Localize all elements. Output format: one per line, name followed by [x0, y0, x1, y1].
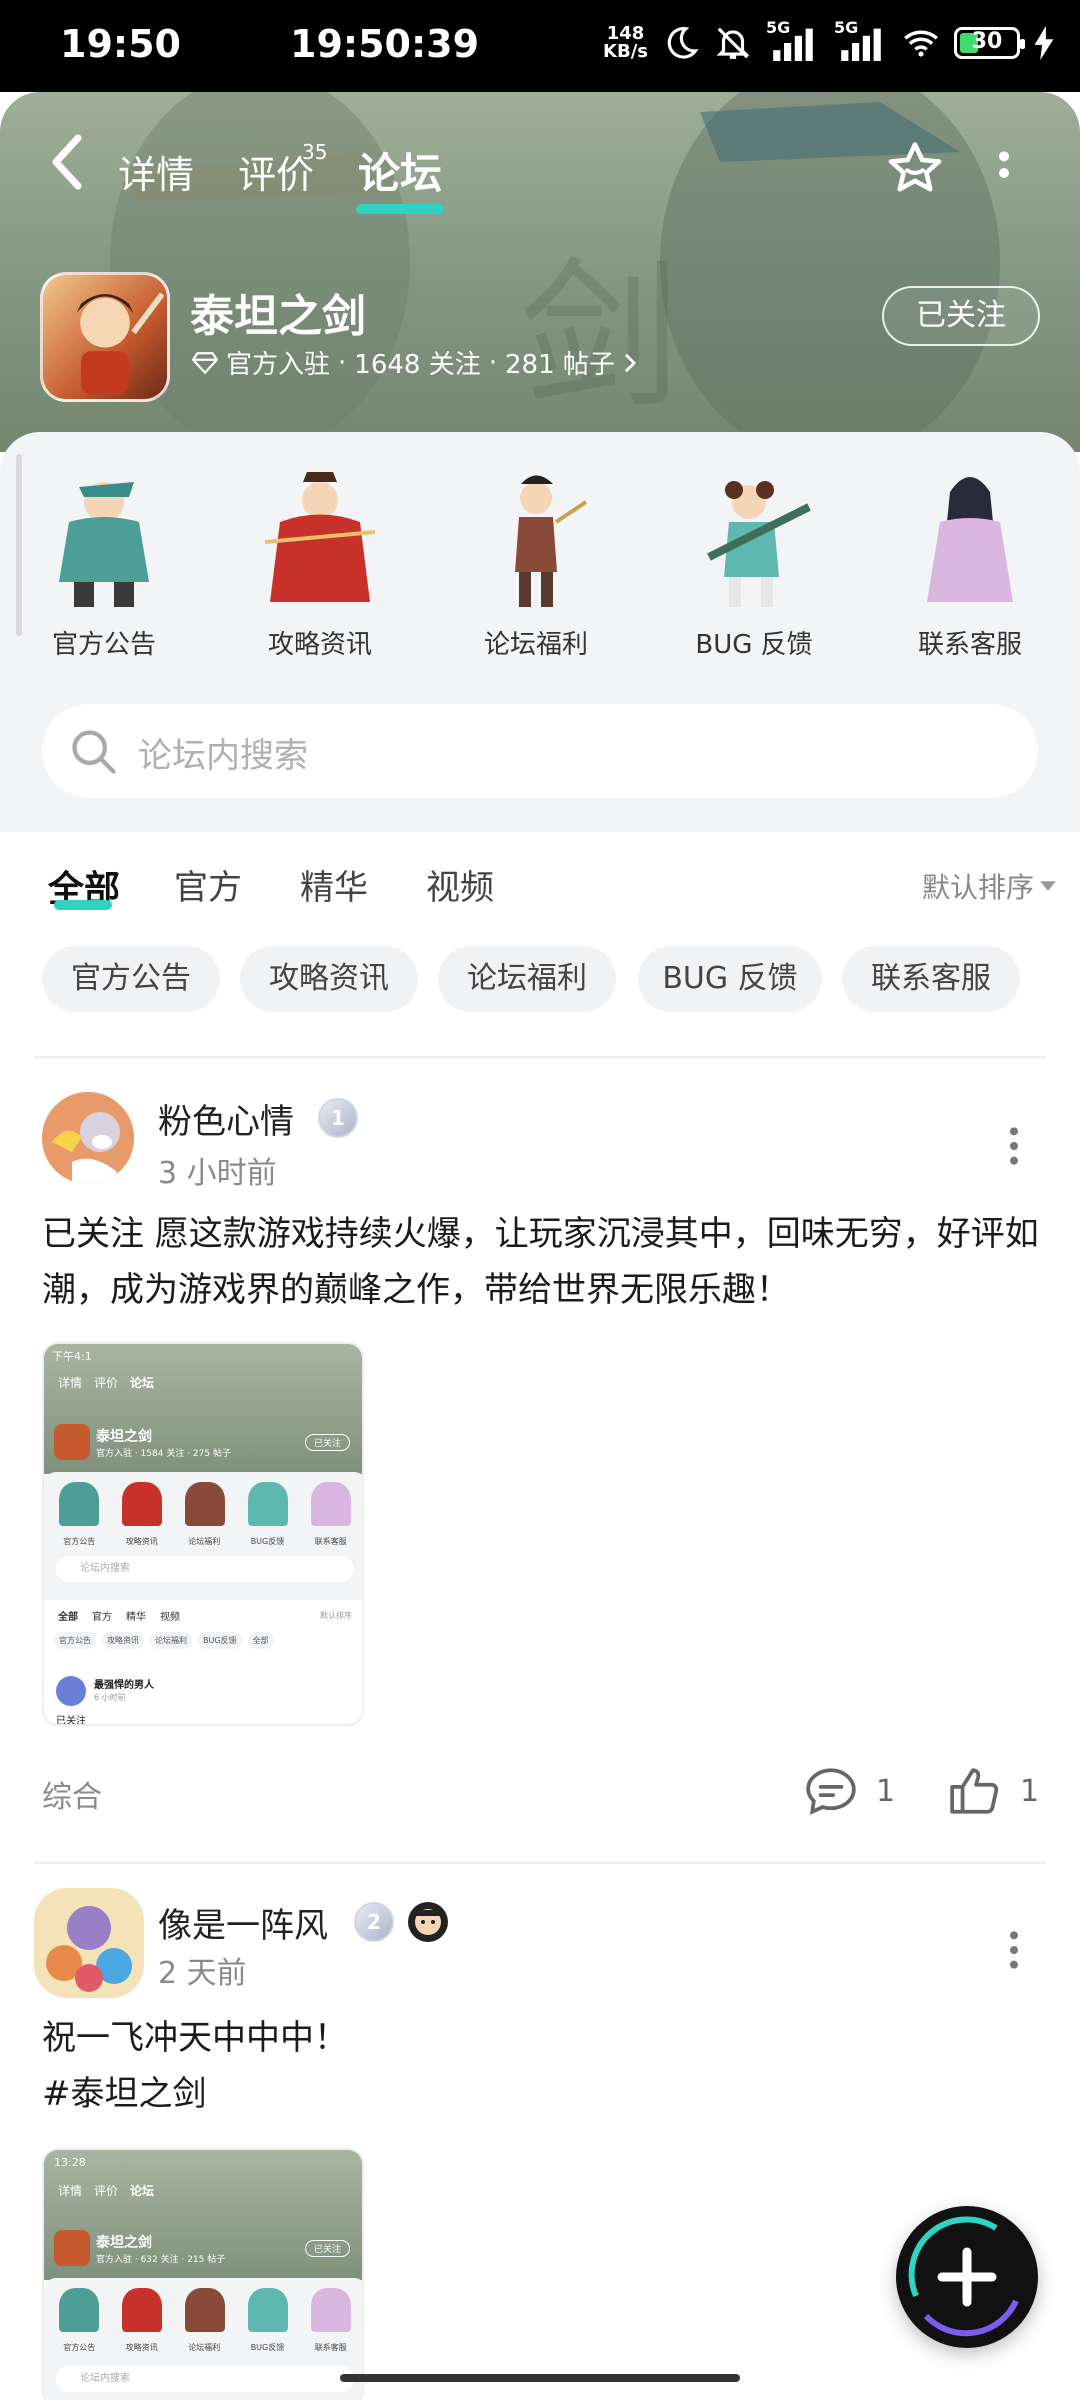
active-tab-indicator — [356, 204, 444, 214]
divider — [34, 1862, 1046, 1864]
chip-official-notice[interactable]: 官方公告 — [42, 946, 220, 1012]
caret-down-icon — [1040, 881, 1056, 891]
divider — [34, 1056, 1046, 1058]
category-character-art — [707, 481, 811, 607]
review-count-badge: 35 — [302, 140, 328, 164]
signal-5g-icon-2: 5G — [834, 18, 888, 62]
category-character-art — [59, 482, 149, 607]
category-chips: 官方公告 攻略资讯 论坛福利 BUG 反馈 联系客服 — [0, 946, 1080, 1016]
game-icon[interactable] — [40, 272, 170, 402]
game-info: 泰坦之剑 官方入驻 · 1648 关注 · 281 帖子 已关注 — [40, 272, 1040, 412]
post-author[interactable]: 粉色心情 — [158, 1094, 294, 1143]
diamond-icon — [192, 351, 218, 374]
follow-button[interactable]: 已关注 — [882, 286, 1040, 346]
moon-icon — [667, 27, 699, 59]
level-badge: 1 — [318, 1098, 358, 1138]
post-image[interactable]: 13:28 详情 评价 论坛 泰坦之剑 官方入驻 · 632 关注 · 215 帖子… — [42, 2148, 364, 2400]
chip-welfare[interactable]: 论坛福利 — [438, 946, 616, 1012]
avatar[interactable] — [42, 1092, 134, 1184]
tab-featured[interactable]: 精华 — [300, 860, 368, 909]
signal-5g-icon: 5G — [766, 18, 820, 62]
filter-tabs: 全部 官方 精华 视频 默认排序 — [0, 832, 1080, 942]
category-customer-service[interactable]: 联系客服 — [880, 462, 1060, 661]
sort-dropdown[interactable]: 默认排序 — [922, 866, 1056, 906]
top-nav: 详情 评价 35 论坛 — [0, 118, 1080, 214]
filter-tab-indicator — [54, 900, 112, 910]
more-vertical-icon[interactable] — [1008, 1930, 1020, 1970]
avatar[interactable] — [34, 1888, 144, 1998]
like-count: 1 — [1020, 1773, 1040, 1809]
category-welfare[interactable]: 论坛福利 — [446, 462, 626, 661]
chip-bug-report[interactable]: BUG 反馈 — [638, 946, 822, 1012]
chip-customer-service[interactable]: 联系客服 — [842, 946, 1020, 1012]
post-category-tag[interactable]: 综合 — [42, 1772, 102, 1816]
category-row: 官方公告 攻略资讯 论坛福利 BUG 反馈 联系客服 — [0, 462, 1080, 662]
status-clock: 19:50:39 — [290, 22, 480, 66]
medal-icon — [408, 1902, 448, 1942]
posts-count: 281 帖子 — [504, 350, 615, 380]
status-icons: 148 KB/s 5G 5G 30 — [603, 18, 1054, 62]
followers-count: 1648 关注 — [354, 350, 481, 380]
home-indicator — [340, 2374, 740, 2382]
wifi-icon — [904, 30, 938, 57]
category-character-art — [927, 477, 1013, 602]
post-text[interactable]: 已关注 愿这款游戏持续火爆，让玩家沉浸其中，回味无穷，好评如潮，成为游戏界的巅峰… — [42, 1206, 1042, 1318]
verified-label: 官方入驻 — [226, 350, 331, 380]
game-meta[interactable]: 官方入驻 · 1648 关注 · 281 帖子 — [192, 344, 637, 381]
category-official-notice[interactable]: 官方公告 — [14, 462, 194, 661]
create-post-button[interactable] — [896, 2206, 1038, 2348]
search-placeholder: 论坛内搜索 — [138, 736, 308, 776]
post-time: 3 小时前 — [158, 1156, 277, 1191]
plus-icon — [908, 2216, 1019, 2337]
post-hashtag[interactable]: #泰坦之剑 — [42, 2066, 1042, 2122]
category-character-art — [264, 472, 376, 602]
net-speed: 148 KB/s — [603, 23, 648, 62]
mute-bell-icon — [716, 27, 750, 59]
category-bug-report[interactable]: BUG 反馈 — [664, 462, 844, 661]
post-image[interactable]: 下午4:1 详情 评价 论坛 泰坦之剑 官方入驻 · 1584 关注 · 275 帖… — [42, 1342, 364, 1726]
level-badge: 2 — [354, 1902, 394, 1942]
tab-official[interactable]: 官方 — [174, 860, 242, 909]
tab-video[interactable]: 视频 — [426, 860, 494, 909]
forum-search[interactable]: 论坛内搜索 — [42, 704, 1038, 798]
charging-icon — [1034, 26, 1054, 60]
comment-icon — [806, 1768, 856, 1815]
battery-icon: 30 — [954, 27, 1025, 59]
comment-button[interactable]: 1 — [804, 1766, 895, 1816]
chevron-right-icon — [624, 353, 636, 372]
game-header: 剑 详情 评价 35 论坛 泰坦之剑 官方入驻 · 1648 关注 · 281 … — [0, 92, 1080, 452]
comment-count: 1 — [876, 1773, 896, 1809]
post-time: 2 天前 — [158, 1956, 247, 1991]
more-options-icon[interactable] — [996, 148, 1012, 198]
status-time: 19:50 — [60, 22, 181, 66]
category-guides[interactable]: 攻略资讯 — [230, 462, 410, 661]
more-vertical-icon[interactable] — [1008, 1126, 1020, 1166]
forum-panel: 官方公告 攻略资讯 论坛福利 BUG 反馈 联系客服 论坛内搜索 — [0, 432, 1080, 832]
game-title: 泰坦之剑 — [190, 291, 366, 342]
chip-guides[interactable]: 攻略资讯 — [240, 946, 418, 1012]
tab-details[interactable]: 详情 — [118, 144, 194, 199]
category-character-art — [515, 475, 588, 607]
star-icon[interactable] — [884, 138, 946, 200]
tab-forum[interactable]: 论坛 — [358, 140, 442, 201]
post-text[interactable]: 祝一飞冲天中中中！ — [42, 2010, 1042, 2066]
like-button[interactable]: 1 — [948, 1766, 1039, 1816]
status-bar: 19:50 19:50:39 148 KB/s 5G 5G 30 — [0, 0, 1080, 92]
post-author[interactable]: 像是一阵风 — [158, 1898, 328, 1947]
back-arrow-icon[interactable] — [48, 132, 88, 192]
thumbs-up-icon — [950, 1768, 999, 1814]
search-icon — [72, 730, 116, 774]
